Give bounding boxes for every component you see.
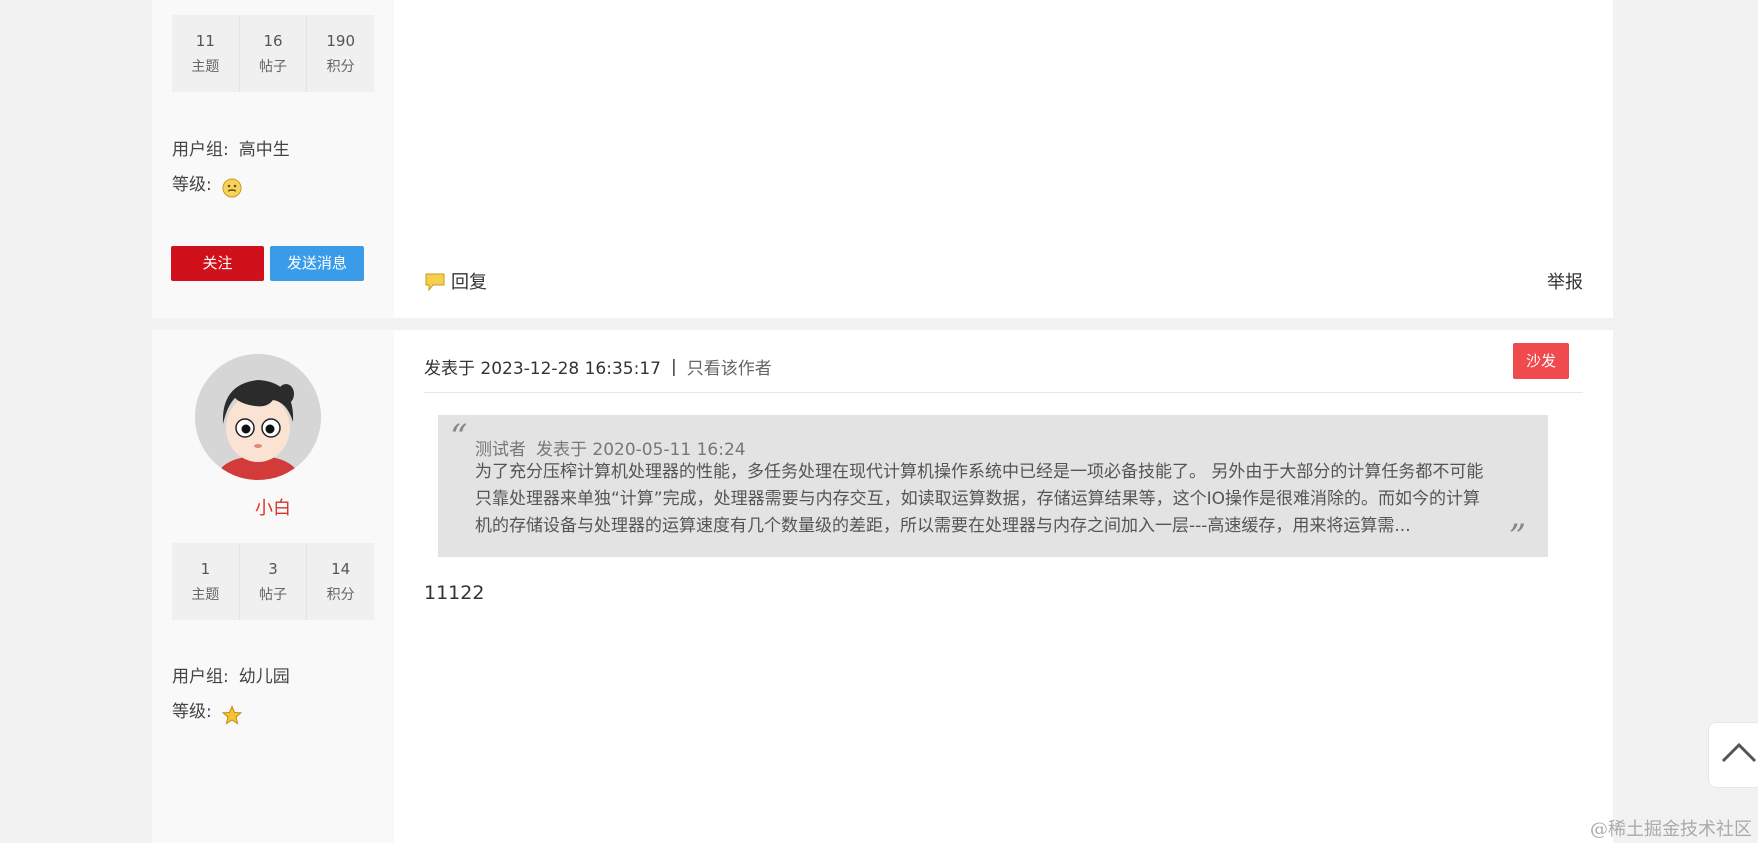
star-icon — [221, 703, 243, 725]
only-author-link[interactable]: 只看该作者 — [687, 354, 772, 379]
stat-posts[interactable]: 16 帖子 — [240, 15, 308, 92]
level-row: 等级: — [172, 695, 290, 730]
close-quote-icon: ” — [1508, 517, 1526, 557]
author-username[interactable]: 小白 — [152, 494, 394, 520]
stat-points[interactable]: 190 积分 — [307, 15, 374, 92]
watermark: @稀土掘金技术社区 — [1590, 819, 1752, 840]
send-message-button[interactable]: 发送消息 — [270, 246, 364, 281]
post-timestamp: 发表于 2023-12-28 16:35:17 — [424, 359, 661, 379]
back-to-top-button[interactable] — [1708, 722, 1758, 788]
post-1: 11 主题 16 帖子 190 积分 用户组: 高中生 等级: 关注 发送消息 … — [152, 0, 1613, 318]
stat-posts-count: 3 — [268, 560, 278, 578]
stat-posts-count: 16 — [263, 32, 283, 50]
stat-topics[interactable]: 1 主题 — [172, 543, 240, 620]
stat-topics-count: 11 — [195, 32, 215, 50]
post-1-main: 回复 举报 — [394, 0, 1613, 318]
stat-points-count: 14 — [331, 560, 351, 578]
author-stats: 11 主题 16 帖子 190 积分 — [172, 15, 374, 92]
level-label: 等级: — [172, 702, 212, 722]
post-2: 小白 1 主题 3 帖子 14 积分 用户组: 幼儿园 等级: 发表于 2023… — [152, 330, 1613, 843]
stat-posts-label: 帖子 — [259, 587, 287, 603]
level-row: 等级: — [172, 168, 290, 203]
quote-block: “ 测试者 发表于 2020-05-11 16:24 为了充分压榨计算机处理器的性… — [438, 415, 1548, 557]
face-icon — [222, 176, 242, 197]
user-group-label: 用户组: — [172, 140, 229, 160]
stat-points-count: 190 — [326, 32, 355, 50]
stat-topics-label: 主题 — [191, 59, 220, 75]
reply-label: 回复 — [451, 272, 487, 293]
stat-points[interactable]: 14 积分 — [307, 543, 374, 620]
reply-button[interactable]: 回复 — [424, 268, 487, 294]
post-content: 11122 — [424, 582, 485, 604]
user-group-label: 用户组: — [172, 667, 229, 687]
stat-topics-label: 主题 — [191, 587, 220, 603]
stat-topics-count: 1 — [200, 560, 211, 578]
user-group-row: 用户组: 高中生 — [172, 133, 290, 168]
stat-topics[interactable]: 11 主题 — [172, 15, 240, 92]
chevron-up-icon — [1721, 742, 1757, 763]
level-label: 等级: — [172, 175, 212, 195]
stat-points-label: 积分 — [326, 587, 355, 603]
post-meta: 发表于 2023-12-28 16:35:17 | 只看该作者 — [424, 354, 772, 380]
quote-text: 为了充分压榨计算机处理器的性能，多任务处理在现代计算机操作系统中已经是一项必备技… — [475, 462, 1484, 536]
stat-posts[interactable]: 3 帖子 — [240, 543, 308, 620]
post-2-main: 发表于 2023-12-28 16:35:17 | 只看该作者 沙发 “ 测试者… — [394, 330, 1613, 843]
stat-posts-label: 帖子 — [259, 59, 287, 75]
report-link[interactable]: 举报 — [1547, 268, 1583, 294]
stat-points-label: 积分 — [326, 59, 355, 75]
post-2-author-sidebar: 小白 1 主题 3 帖子 14 积分 用户组: 幼儿园 等级: — [152, 330, 394, 843]
avatar[interactable] — [195, 354, 321, 480]
post-header: 发表于 2023-12-28 16:35:17 | 只看该作者 沙发 — [424, 330, 1583, 393]
open-quote-icon: “ — [450, 417, 468, 457]
comment-icon — [425, 273, 445, 292]
quote-date: 发表于 2020-05-11 16:24 — [536, 440, 746, 460]
meta-separator: | — [670, 356, 677, 377]
quote-author[interactable]: 测试者 — [475, 440, 526, 460]
author-info: 用户组: 高中生 等级: — [172, 133, 290, 203]
user-group-value[interactable]: 幼儿园 — [239, 660, 290, 695]
user-group-value[interactable]: 高中生 — [239, 133, 290, 168]
follow-button[interactable]: 关注 — [171, 246, 264, 281]
author-info: 用户组: 幼儿园 等级: — [172, 660, 290, 730]
user-group-row: 用户组: 幼儿园 — [172, 660, 290, 695]
floor-badge[interactable]: 沙发 — [1513, 343, 1569, 379]
post-1-author-sidebar: 11 主题 16 帖子 190 积分 用户组: 高中生 等级: 关注 发送消息 — [152, 0, 394, 318]
author-stats: 1 主题 3 帖子 14 积分 — [172, 543, 374, 620]
thread-container: 11 主题 16 帖子 190 积分 用户组: 高中生 等级: 关注 发送消息 … — [152, 0, 1613, 843]
quote-meta: 测试者 发表于 2020-05-11 16:24 — [475, 435, 756, 460]
